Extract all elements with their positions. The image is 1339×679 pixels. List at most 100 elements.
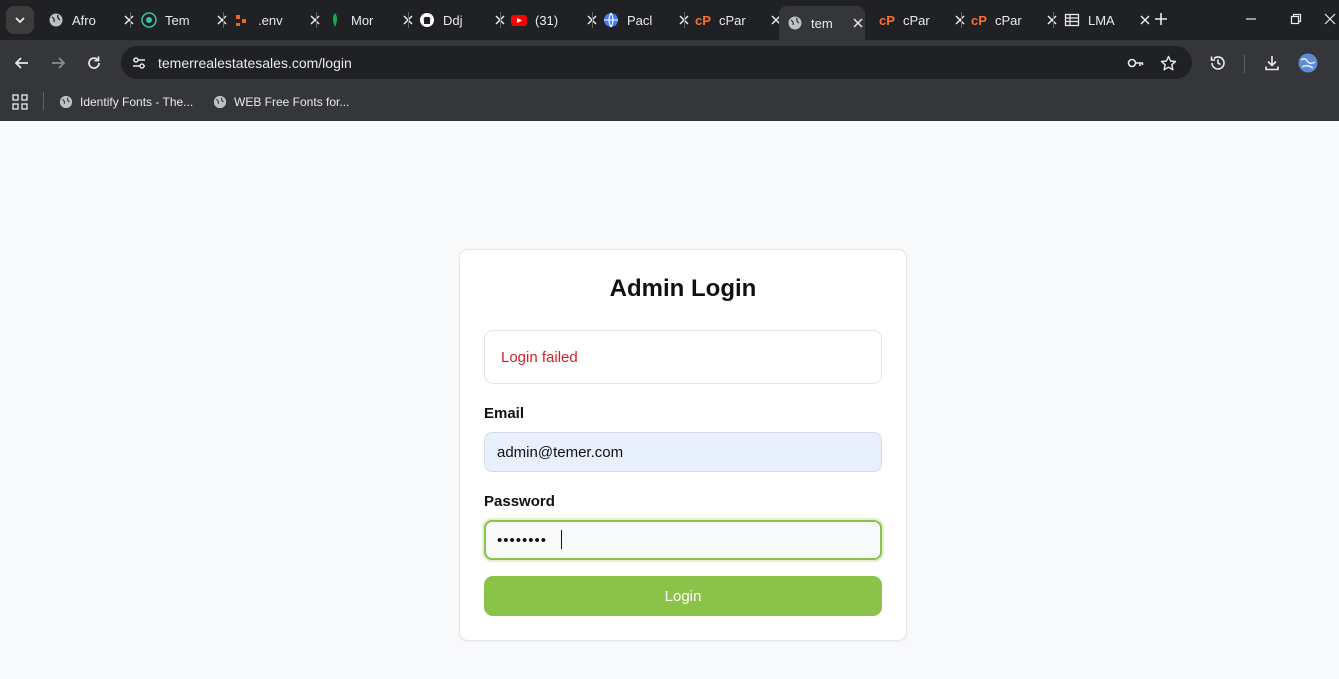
reload-button[interactable] [82,51,106,75]
close-window-button[interactable] [1320,8,1339,30]
tab-separator [592,12,593,28]
profile-button[interactable] [1296,51,1320,75]
bookmarks-separator [43,92,44,110]
tab-afro[interactable]: Afro [46,6,138,34]
tab-separator [961,12,962,28]
bookmark-label: Identify Fonts - The... [80,95,194,109]
history-button[interactable] [1206,51,1230,75]
svg-text:cP: cP [695,13,711,28]
tab-title: Mor [351,12,374,28]
tab-title: cPar [719,12,746,28]
restore-button[interactable] [1285,8,1307,30]
error-alert: Login failed [484,330,882,384]
address-bar[interactable]: temerrealestatesales.com/login [121,46,1192,79]
cpanel-icon: cP [879,12,895,28]
close-icon[interactable] [122,13,136,27]
spreadsheet-icon [1064,12,1080,28]
tab-separator [130,12,131,28]
site-info-button[interactable] [127,51,151,75]
password-label: Password [484,493,555,510]
password-field[interactable] [484,520,882,560]
avatar [1298,53,1318,73]
globe-icon [59,95,73,109]
tab-separator [316,12,317,28]
temer-icon [141,12,157,28]
page-title: Admin Login [609,275,757,302]
tab-pacl[interactable]: Pacl [601,6,693,34]
page-content: Admin Login Login failed Email Password … [0,121,1339,679]
tab-cpanel[interactable]: cP cPar [693,6,785,34]
tab-youtube[interactable]: (31) [509,6,601,34]
svg-text:cP: cP [879,13,895,28]
tab-title: (31) [535,12,559,28]
close-icon[interactable] [953,13,967,27]
close-icon[interactable] [215,13,229,27]
tab-github[interactable]: Ddj [417,6,509,34]
tab-title: cPar [995,12,1022,28]
url-text[interactable]: temerrealestatesales.com/login [158,55,352,71]
tab-separator [1053,12,1054,28]
key-icon [1127,58,1144,68]
downloads-button[interactable] [1260,51,1284,75]
tab-temer-active[interactable]: tem [779,6,865,40]
tab-separator [223,12,224,28]
plus-icon [1155,13,1167,25]
chevron-down-icon [15,17,25,24]
tab-cpanel[interactable]: cP cPar [969,6,1061,34]
tab-temer[interactable]: Tem [139,6,231,34]
tab-title: Afro [72,12,96,28]
login-card: Admin Login Login failed Email Password … [459,249,907,641]
back-button[interactable] [10,51,34,75]
new-tab-button[interactable] [1150,8,1172,30]
globe-icon [787,15,803,31]
minimize-icon [1246,18,1256,20]
tab-title: Ddj [443,12,463,28]
minimize-button[interactable] [1240,8,1262,30]
tab-title: Pacl [627,12,653,28]
tab-search-button[interactable] [6,6,34,34]
tab-title: LMA [1088,12,1115,28]
tab-title: cPar [903,12,930,28]
tune-icon [133,57,145,69]
cpanel-icon: cP [971,12,987,28]
svg-text:cP: cP [971,13,987,28]
bookmark-star-button[interactable] [1156,51,1180,75]
dots-icon [234,12,250,28]
browser-toolbar: temerrealestatesales.com/login [0,40,1339,86]
github-icon [419,12,435,28]
web-icon [603,12,619,28]
close-icon [1324,13,1335,25]
tab-cpanel[interactable]: cP cPar [877,6,969,34]
tab-title: Tem [165,12,190,28]
cpanel-icon: cP [695,12,711,28]
tab-separator [500,12,501,28]
password-key-button[interactable] [1124,51,1148,75]
forward-button[interactable] [46,51,70,75]
globe-icon [48,12,64,28]
bookmark-label: WEB Free Fonts for... [234,95,350,109]
forward-arrow-icon [52,57,66,69]
tab-separator [408,12,409,28]
reload-icon [88,56,100,69]
star-icon [1160,55,1176,70]
tab-env[interactable]: .env [232,6,324,34]
restore-icon [1290,13,1302,25]
email-field[interactable] [484,432,882,472]
close-icon[interactable] [308,13,322,27]
login-button[interactable]: Login [484,576,882,616]
close-icon[interactable] [851,16,865,30]
tab-mongodb[interactable]: Mor [325,6,417,34]
close-icon[interactable] [1045,13,1059,27]
bookmark-web-free-fonts[interactable]: WEB Free Fonts for... [213,92,349,112]
download-icon [1265,56,1279,71]
youtube-icon [511,12,527,28]
bookmark-identify-fonts[interactable]: Identify Fonts - The... [59,92,193,112]
apps-button[interactable] [10,92,30,112]
tab-lma[interactable]: LMA [1062,6,1154,34]
text-caret [561,530,562,549]
tab-separator [684,12,685,28]
tab-title: tem [811,15,833,31]
back-arrow-icon [14,57,28,69]
mongodb-leaf-icon [327,12,343,28]
globe-icon [213,95,227,109]
